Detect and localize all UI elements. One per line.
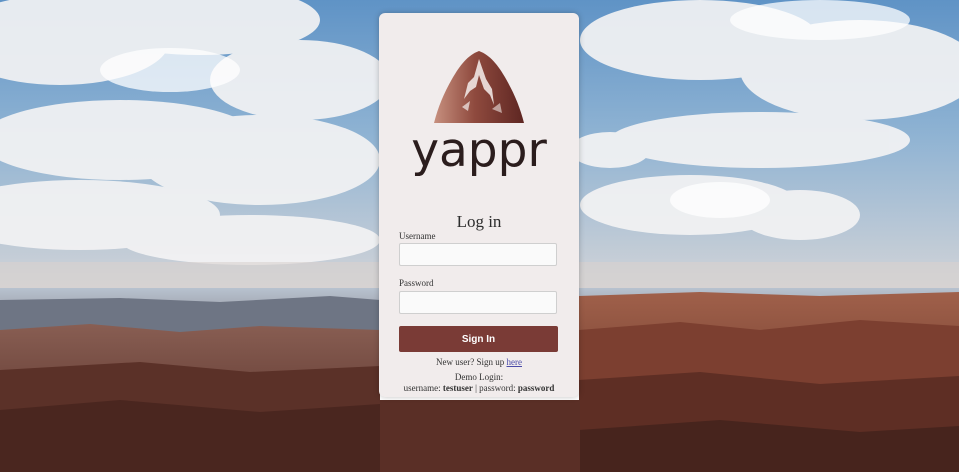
- signup-prompt: New user? Sign up here: [379, 357, 579, 367]
- signup-link[interactable]: here: [507, 357, 523, 367]
- username-label: Username: [399, 231, 436, 241]
- username-input[interactable]: [399, 243, 557, 266]
- sign-in-button[interactable]: Sign In: [399, 326, 558, 352]
- demo-password-value: password: [517, 383, 555, 393]
- signup-prefix-text: New user? Sign up: [436, 357, 505, 367]
- password-input[interactable]: [399, 291, 557, 314]
- demo-login-credentials: username: testuser | password: password: [379, 383, 579, 393]
- login-card: yappr Log in Username Password Sign In N…: [379, 13, 579, 397]
- page-title: Log in: [456, 212, 502, 231]
- demo-login-heading: Demo Login:: [454, 372, 504, 382]
- demo-username-label: username:: [403, 383, 441, 393]
- demo-separator: |: [475, 383, 477, 393]
- demo-password-label: password:: [479, 383, 516, 393]
- brand-wordmark: yappr: [411, 123, 547, 178]
- demo-username-value: testuser: [442, 383, 473, 393]
- mountain-logo-icon: [432, 49, 526, 125]
- password-label: Password: [399, 278, 434, 288]
